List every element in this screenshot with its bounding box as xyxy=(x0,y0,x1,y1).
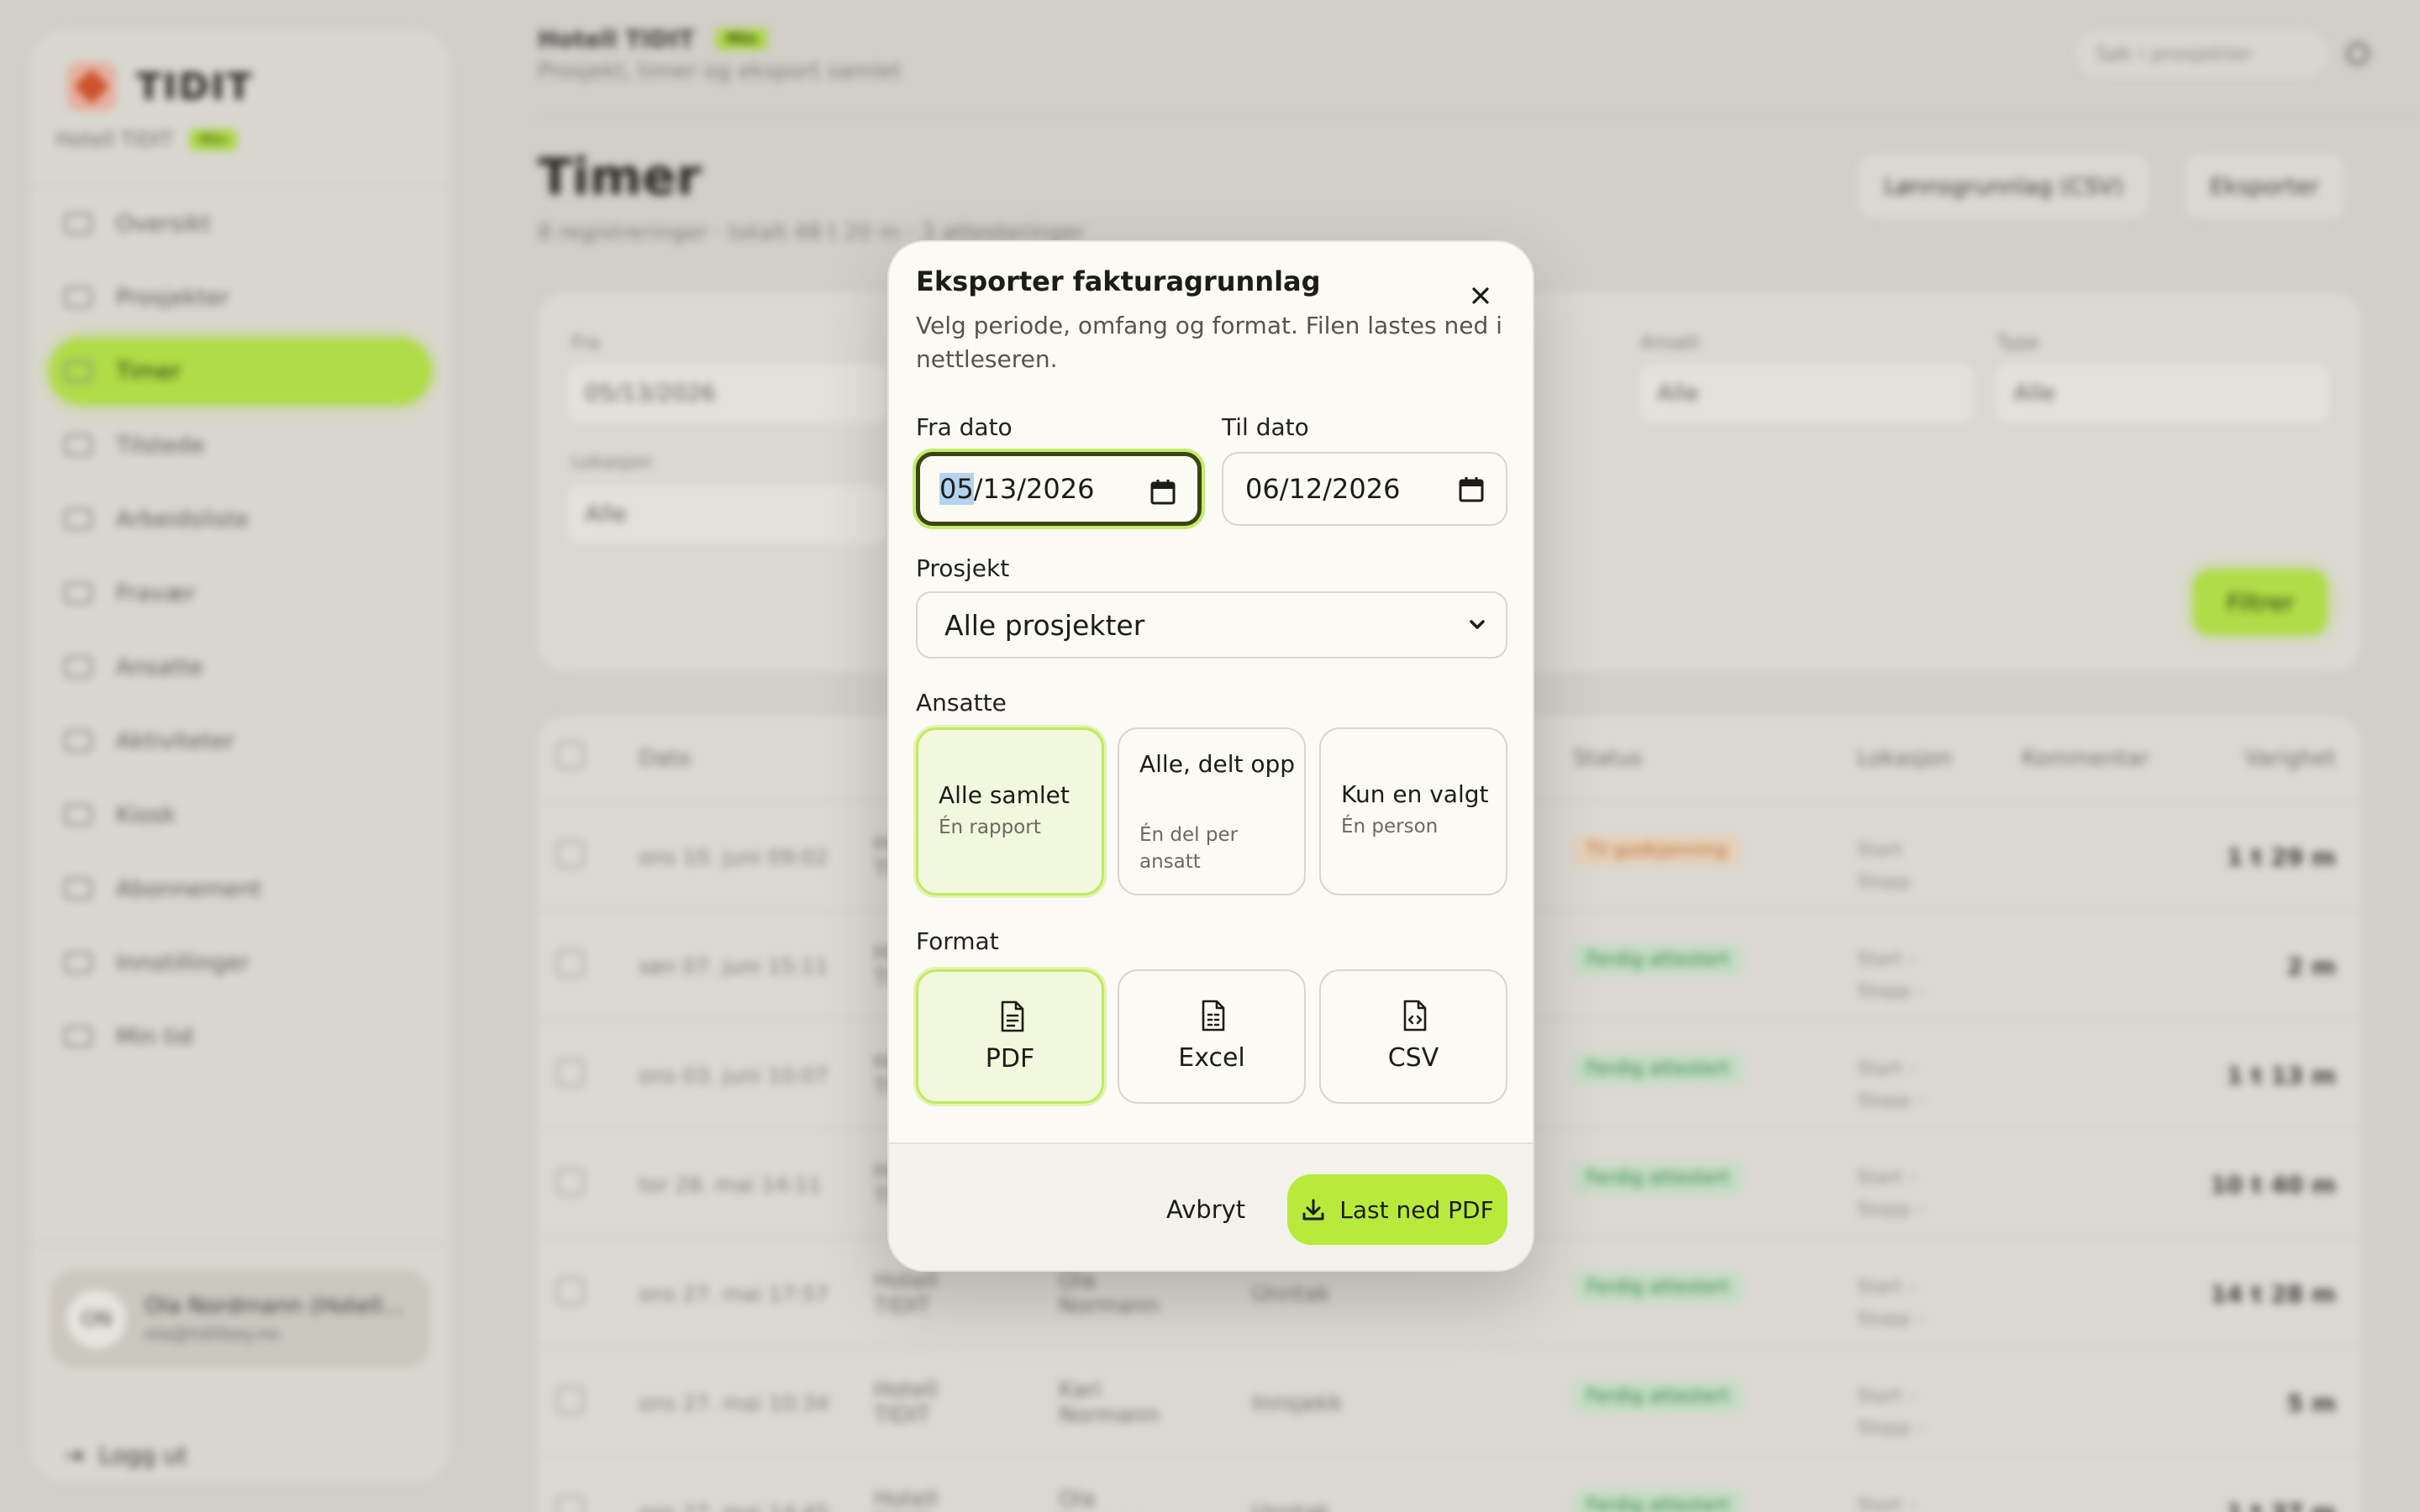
format-option-label: CSV xyxy=(1387,1043,1439,1073)
from-date-rest: /13/2026 xyxy=(973,473,1095,505)
download-icon xyxy=(1302,1199,1324,1221)
employee-scope-option[interactable]: Kun en valgt Én person xyxy=(1319,727,1507,895)
dialog-title: Eksporter fakturagrunnlag xyxy=(916,265,1321,297)
dialog-subtitle: Velg periode, omfang og format. Filen la… xyxy=(916,312,1502,373)
to-date-value: 06/12/2026 xyxy=(1245,473,1401,505)
from-date-input[interactable]: 05/13/2026 xyxy=(916,452,1202,526)
scope-option-subtitle: Én del per ansatt xyxy=(1139,824,1239,873)
to-date-input[interactable]: 06/12/2026 xyxy=(1222,452,1507,526)
file-text-icon xyxy=(1001,1000,1024,1032)
file-code-icon xyxy=(1403,1000,1427,1032)
export-invoice-dialog: Eksporter fakturagrunnlag Velg periode, … xyxy=(887,240,1534,1272)
format-option-pdf[interactable]: PDF xyxy=(916,969,1104,1104)
project-label: Prosjekt xyxy=(916,554,1010,582)
format-option-excel[interactable]: Excel xyxy=(1118,969,1306,1104)
scope-option-subtitle: Én person xyxy=(1341,816,1439,837)
cancel-button[interactable]: Avbryt xyxy=(1166,1183,1245,1236)
employee-scope-option[interactable]: Alle, delt opp Én del per ansatt xyxy=(1118,727,1306,895)
close-button[interactable] xyxy=(1464,279,1497,312)
scope-option-title: Kun en valgt xyxy=(1341,780,1489,808)
project-select[interactable]: Alle prosjekter xyxy=(916,591,1507,659)
project-select-value: Alle prosjekter xyxy=(944,608,1145,642)
dialog-footer: Avbryt Last ned PDF xyxy=(889,1142,1533,1270)
from-date-month-segment[interactable]: 05 xyxy=(939,473,974,505)
download-label: Last ned PDF xyxy=(1339,1195,1494,1224)
calendar-icon[interactable] xyxy=(1150,478,1176,505)
download-pdf-button[interactable]: Last ned PDF xyxy=(1287,1174,1507,1245)
chevron-down-icon xyxy=(1470,620,1485,629)
scope-option-title: Alle samlet xyxy=(939,781,1070,809)
scope-option-subtitle: Én rapport xyxy=(939,816,1041,838)
scope-option-title: Alle, delt opp xyxy=(1139,750,1296,778)
file-spreadsheet-icon xyxy=(1202,1000,1225,1032)
calendar-icon[interactable] xyxy=(1459,475,1484,502)
to-date-label: Til dato xyxy=(1222,413,1309,441)
format-label: Format xyxy=(916,927,999,955)
format-option-label: PDF xyxy=(985,1044,1035,1074)
format-option-label: Excel xyxy=(1178,1043,1245,1073)
close-icon xyxy=(1472,287,1489,304)
employee-scope-option[interactable]: Alle samlet Én rapport xyxy=(916,727,1104,895)
format-option-csv[interactable]: CSV xyxy=(1319,969,1507,1104)
from-date-label: Fra dato xyxy=(916,413,1013,441)
employees-label: Ansatte xyxy=(916,689,1007,717)
